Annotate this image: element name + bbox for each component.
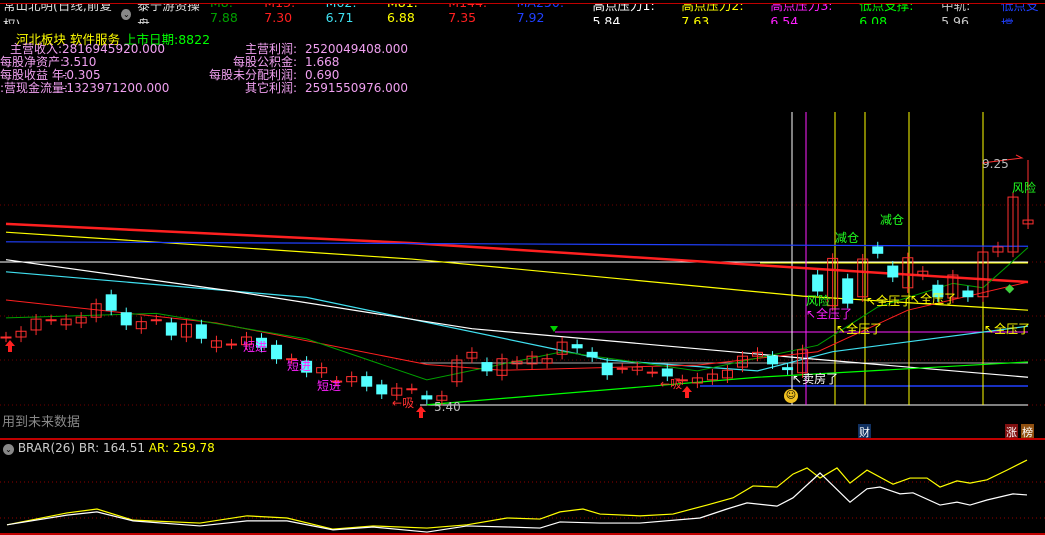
risk-label: 风险: [1012, 181, 1037, 195]
candle-body: [601, 362, 613, 376]
candle-body: [812, 274, 824, 292]
candle-body: [406, 388, 418, 391]
candle-body: [150, 319, 162, 322]
buy-arrow-icon: [416, 406, 426, 418]
diamond-icon: ◆: [1005, 281, 1015, 295]
brar-line-ar: [6, 459, 1028, 530]
candle-body: [646, 371, 658, 374]
candle-body: [421, 395, 433, 400]
reduce-label: 减仓: [880, 213, 905, 227]
candle-body: [45, 319, 57, 322]
short-in-label: 短进: [243, 340, 268, 354]
full-label: 全压了: [846, 322, 883, 336]
candle-body: [962, 290, 974, 298]
candle-body: [0, 336, 12, 339]
high-price-label: 9.25: [982, 157, 1009, 171]
candle-body: [586, 351, 598, 358]
candle-body: [271, 344, 283, 360]
reduce-label: 减仓: [835, 231, 860, 245]
candle-body: [842, 278, 854, 304]
candle-body: [165, 322, 177, 336]
candle-body: [571, 344, 583, 349]
brar-title[interactable]: BRAR(26): [18, 441, 75, 455]
ar-value: AR: 259.78: [148, 441, 215, 455]
candle-body: [887, 265, 899, 278]
candle-body: [195, 324, 207, 339]
smiley-icon: ☺: [784, 389, 798, 403]
brar-header: ⌄ BRAR(26) BR: 164.51 AR: 259.78: [3, 441, 215, 455]
absorb-label: 吸: [402, 396, 415, 410]
low-price-label: 5.40: [434, 400, 461, 414]
ma-line-ma250: [5, 241, 1029, 247]
candle-body: [120, 312, 132, 326]
brar-line-br: [6, 472, 1028, 533]
full-label: 全压了: [816, 307, 853, 321]
future-data-warning: 用到未来数据: [2, 415, 81, 430]
full-label: 全压了: [994, 322, 1031, 336]
full-label: 全压了: [920, 292, 957, 306]
candle-body: [481, 362, 493, 372]
sell-arrow-icon: [550, 326, 558, 332]
sell-house-label: 卖房了: [802, 372, 839, 386]
absorb-label: 吸: [670, 377, 683, 391]
candle-body: [225, 343, 237, 346]
chevron-down-icon[interactable]: ⌄: [3, 444, 14, 455]
panel-divider: [0, 438, 1045, 440]
buy-arrow-icon: [682, 386, 692, 398]
candle-body: [872, 246, 884, 254]
full-label: 全压了: [876, 294, 913, 308]
candle-body: [616, 367, 628, 370]
br-value: BR: 164.51: [78, 441, 145, 455]
candle-body: [105, 294, 117, 311]
short-in-label: 短进: [287, 359, 312, 373]
candle-body: [361, 376, 373, 387]
candle-body: [376, 384, 388, 395]
short-in-label: 短进: [317, 379, 342, 393]
candle-body: [767, 355, 779, 365]
